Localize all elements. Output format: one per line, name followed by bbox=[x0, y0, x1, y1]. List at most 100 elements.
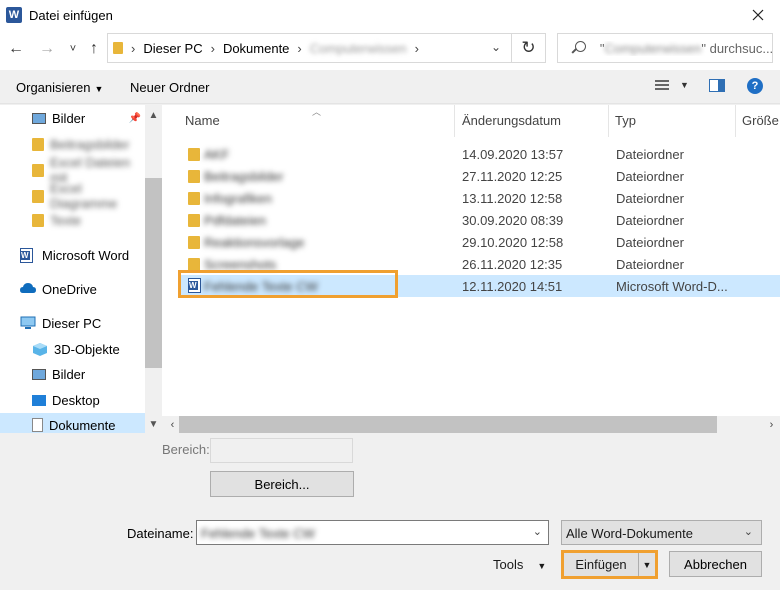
file-list-horizontal-scrollbar[interactable]: ‹ › bbox=[162, 416, 780, 433]
filename-label: Dateiname: bbox=[127, 526, 194, 541]
scroll-down-icon[interactable]: ▼ bbox=[145, 416, 162, 433]
help-icon[interactable]: ? bbox=[747, 78, 763, 94]
sidebar-item-label: Dokumente bbox=[49, 417, 116, 433]
table-row[interactable]: Infografiken 13.11.2020 12:58 Dateiordne… bbox=[178, 187, 780, 209]
up-arrow-icon: ↑ bbox=[90, 40, 98, 57]
chevron-right-icon[interactable]: › bbox=[211, 41, 215, 56]
scroll-up-icon[interactable]: ▲ bbox=[145, 107, 162, 124]
chevron-down-icon[interactable]: ⌄ bbox=[533, 525, 542, 538]
forward-button[interactable]: → bbox=[36, 38, 58, 60]
chevron-right-icon[interactable]: › bbox=[415, 41, 419, 56]
sidebar-item-label: Bilder bbox=[52, 110, 86, 126]
table-row[interactable]: Beitragsbilder 27.11.2020 12:25 Dateiord… bbox=[178, 165, 780, 187]
filename-input[interactable]: Fehlende Texte CW ⌄ bbox=[196, 520, 549, 545]
sidebar-item-3d-objects[interactable]: 3D-Objekte bbox=[0, 337, 145, 361]
cancel-button[interactable]: Abbrechen bbox=[669, 551, 762, 577]
address-dropdown-icon[interactable]: ⌄ bbox=[491, 40, 501, 54]
back-button[interactable]: ← bbox=[5, 38, 27, 60]
sidebar-item-folder[interactable]: Excel Diagramme bbox=[0, 181, 145, 211]
word-app-icon: W bbox=[6, 7, 22, 23]
scrollbar-thumb[interactable] bbox=[145, 178, 162, 368]
new-folder-button[interactable]: Neuer Ordner bbox=[130, 80, 209, 95]
file-type-filter[interactable]: Alle Word-Dokumente ⌄ bbox=[561, 520, 762, 545]
sidebar-item-label: OneDrive bbox=[42, 281, 97, 297]
insert-split-button[interactable]: Einfügen ▼ bbox=[561, 550, 658, 579]
file-date: 30.09.2020 08:39 bbox=[462, 213, 564, 228]
range-button[interactable]: Bereich... bbox=[210, 471, 354, 497]
file-date: 12.11.2020 14:51 bbox=[462, 279, 563, 294]
breadcrumb-documents[interactable]: Dokumente bbox=[223, 41, 289, 56]
tools-button[interactable]: Tools ▼ bbox=[493, 557, 546, 572]
column-header-type[interactable]: Typ bbox=[615, 113, 636, 128]
sidebar-item-microsoft-word[interactable]: Microsoft Word bbox=[0, 243, 145, 267]
table-row[interactable]: Pdfdateien 30.09.2020 08:39 Dateiordner bbox=[178, 209, 780, 231]
column-divider[interactable] bbox=[735, 105, 736, 137]
close-icon bbox=[752, 9, 764, 21]
navigation-pane-scrollbar[interactable]: ▲ ▼ bbox=[145, 105, 162, 433]
folder-icon bbox=[32, 189, 44, 203]
title-bar: W Datei einfügen bbox=[0, 0, 780, 30]
insert-dropdown-arrow-icon[interactable]: ▼ bbox=[639, 553, 655, 576]
search-box[interactable]: "Computerwissen" durchsuc... bbox=[557, 33, 773, 63]
pictures-icon bbox=[32, 368, 46, 380]
folder-icon bbox=[188, 192, 200, 205]
column-header-size[interactable]: Größe bbox=[742, 113, 779, 128]
sidebar-item-folder[interactable]: Beitragsbilder bbox=[0, 132, 145, 156]
file-type: Dateiordner bbox=[616, 191, 684, 206]
sidebar-item-pictures-quick[interactable]: Bilder 📌 bbox=[0, 106, 145, 130]
file-name: Infografiken bbox=[204, 191, 272, 206]
chevron-right-icon: › bbox=[131, 40, 136, 56]
close-button[interactable] bbox=[736, 0, 780, 30]
column-divider[interactable] bbox=[608, 105, 609, 137]
insert-button[interactable]: Einfügen bbox=[564, 553, 639, 576]
sidebar-item-documents[interactable]: Dokumente bbox=[0, 413, 145, 433]
view-options-icon[interactable] bbox=[655, 80, 669, 92]
navigation-pane[interactable]: Bilder 📌 Beitragsbilder Excel Dateien mi… bbox=[0, 105, 162, 433]
address-bar[interactable]: › Dieser PC › Dokumente › Computerwissen… bbox=[107, 33, 512, 63]
scrollbar-thumb[interactable] bbox=[179, 416, 717, 433]
pictures-icon bbox=[32, 112, 46, 124]
sidebar-item-label: Excel Diagramme bbox=[50, 181, 118, 211]
up-button[interactable]: ↑ bbox=[83, 38, 105, 60]
search-placeholder-prefix: " bbox=[599, 40, 605, 56]
search-placeholder-folder: Computerwissen bbox=[604, 40, 702, 56]
filename-value: Fehlende Texte CW bbox=[201, 526, 315, 541]
organize-button[interactable]: Organisieren ▼ bbox=[16, 80, 103, 95]
scroll-right-icon[interactable]: › bbox=[763, 416, 780, 433]
sidebar-item-label: Bilder bbox=[52, 366, 86, 382]
chevron-right-icon[interactable]: › bbox=[297, 41, 301, 56]
sidebar-item-label: 3D-Objekte bbox=[54, 341, 120, 357]
range-label: Bereich: bbox=[162, 442, 210, 457]
file-name: AKF bbox=[204, 147, 230, 162]
sidebar-item-onedrive[interactable]: OneDrive bbox=[0, 277, 145, 301]
breadcrumb-current-folder[interactable]: Computerwissen bbox=[310, 41, 407, 56]
column-header-name[interactable]: Name bbox=[185, 113, 220, 128]
refresh-icon: ↻ bbox=[521, 38, 536, 57]
sidebar-item-folder[interactable]: Excel Dateien mit bbox=[0, 155, 145, 185]
chevron-down-icon: ⌄ bbox=[743, 526, 753, 538]
file-date: 14.09.2020 13:57 bbox=[462, 147, 564, 162]
view-dropdown-arrow-icon[interactable]: ▼ bbox=[680, 80, 689, 90]
pin-icon[interactable]: 📌 bbox=[129, 113, 141, 124]
refresh-button[interactable]: ↻ bbox=[512, 33, 546, 63]
sidebar-item-label: Texte bbox=[50, 212, 82, 228]
search-placeholder: "Computerwissen" durchsuc... bbox=[600, 41, 772, 56]
folder-icon bbox=[188, 236, 200, 249]
sidebar-item-this-pc[interactable]: Dieser PC bbox=[0, 311, 145, 335]
folder-icon bbox=[188, 148, 200, 161]
window-title: Datei einfügen bbox=[29, 7, 113, 23]
address-row: ← → ˅ ↑ › Dieser PC › Dokumente › Comput… bbox=[0, 30, 780, 70]
sidebar-item-label: Desktop bbox=[52, 392, 100, 408]
breadcrumb-this-pc[interactable]: Dieser PC bbox=[143, 41, 202, 56]
sidebar-item-pictures[interactable]: Bilder bbox=[0, 362, 145, 386]
table-row[interactable]: Reaktionsvorlage 29.10.2020 12:58 Dateio… bbox=[178, 231, 780, 253]
preview-pane-icon[interactable] bbox=[709, 79, 725, 92]
sidebar-item-label: Beitragsbilder bbox=[50, 136, 130, 152]
file-list[interactable]: ︿ Name Änderungsdatum Typ Größe AKF 14.0… bbox=[162, 105, 780, 416]
sidebar-item-folder[interactable]: Texte bbox=[0, 208, 145, 232]
recent-locations-button[interactable]: ˅ bbox=[62, 38, 84, 60]
column-divider[interactable] bbox=[454, 105, 455, 137]
table-row[interactable]: AKF 14.09.2020 13:57 Dateiordner bbox=[178, 143, 780, 165]
column-header-date[interactable]: Änderungsdatum bbox=[462, 113, 561, 128]
sidebar-item-desktop[interactable]: Desktop bbox=[0, 388, 145, 412]
